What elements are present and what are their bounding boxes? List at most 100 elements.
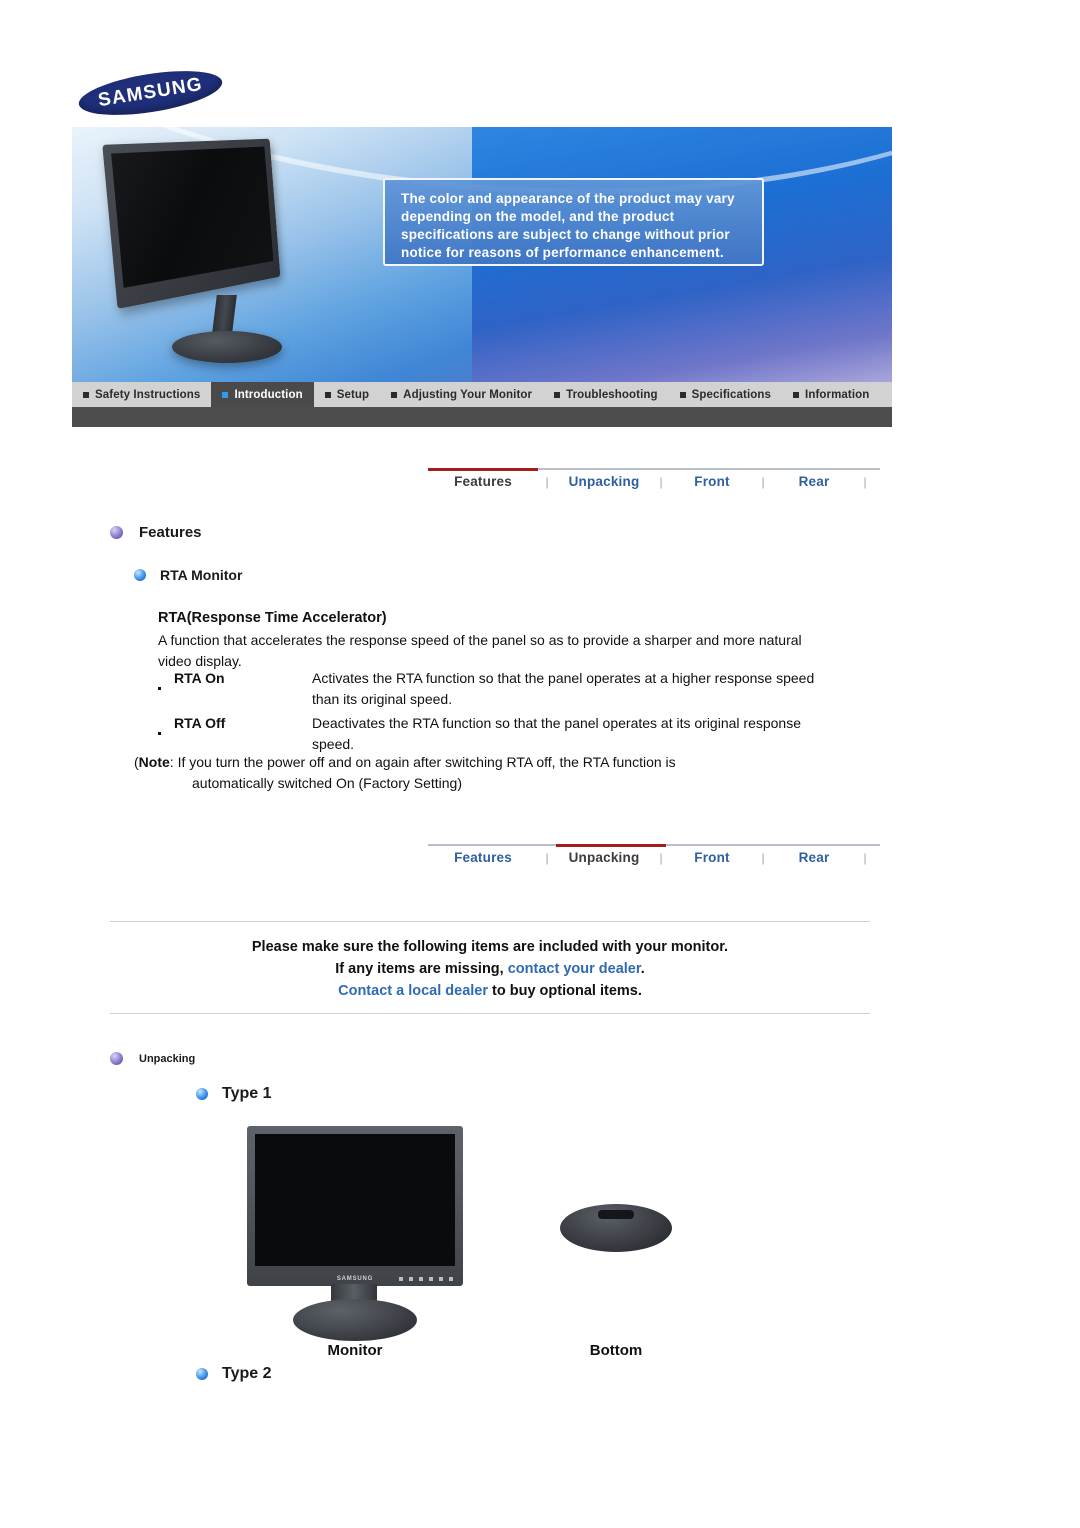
nav-label: Setup: [336, 388, 370, 401]
unpacking-heading-label: Unpacking: [139, 1052, 196, 1065]
nav-item-information[interactable]: Information: [782, 382, 880, 407]
subtab-unpacking[interactable]: Unpacking: [556, 474, 652, 489]
note-body-second-line: automatically switched On (Factory Setti…: [192, 774, 462, 791]
rta-monitor-heading: RTA Monitor: [134, 567, 242, 583]
square-bullet-icon: [679, 391, 686, 398]
subtab-row: Features | Unpacking | Front | Rear |: [428, 850, 880, 865]
nav-label: Introduction: [234, 388, 303, 401]
dot-bullet-icon: [158, 668, 174, 709]
include-line-2-post: .: [640, 961, 645, 977]
include-line-2-pre: If any items are missing,: [335, 961, 508, 977]
subtab-features[interactable]: Features: [428, 850, 538, 865]
bottom-product-image: [560, 1204, 672, 1256]
product-notice-callout: The color and appearance of the product …: [383, 178, 764, 266]
divider-bottom: [110, 1013, 870, 1014]
note-body: : If you turn the power off and on again…: [169, 754, 676, 770]
hero-monitor-screen: [111, 146, 274, 288]
square-bullet-icon: [324, 391, 331, 398]
rta-off-description: Deactivates the RTA function so that the…: [312, 715, 801, 752]
type-2-heading: Type 2: [196, 1365, 272, 1383]
subtab-features[interactable]: Features: [428, 474, 538, 489]
include-line-1: Please make sure the following items are…: [251, 939, 729, 955]
monitor-screen: [255, 1134, 455, 1266]
caption-bottom: Bottom: [589, 1342, 643, 1359]
contact-your-dealer-link[interactable]: contact your dealer: [508, 961, 641, 977]
list-item: RTA On Activates the RTA function so tha…: [158, 668, 838, 709]
rta-off-term: RTA Off: [174, 715, 226, 731]
nav-label: Safety Instructions: [95, 388, 201, 401]
square-bullet-icon: [83, 391, 89, 398]
subtab-row: Features | Unpacking | Front | Rear |: [428, 474, 880, 489]
include-line-3: Contact a local dealer to buy optional i…: [110, 980, 870, 1002]
include-line-3-post: to buy optional items.: [488, 983, 642, 999]
included-items-notice: Please make sure the following items are…: [110, 936, 870, 1002]
monitor-brand-label: SAMSUNG: [336, 1276, 374, 1282]
nav-label: Troubleshooting: [566, 388, 658, 401]
nav-label: Specifications: [691, 388, 772, 401]
subtab-active-underline: [556, 844, 666, 847]
type-1-heading: Type 1: [196, 1085, 272, 1103]
features-heading: Features: [110, 524, 202, 541]
monitor-control-buttons-icon: [399, 1277, 453, 1281]
dot-bullet-icon: [158, 713, 174, 754]
contact-local-dealer-link[interactable]: Contact a local dealer: [338, 983, 488, 999]
monitor-product-image: SAMSUNG: [247, 1126, 463, 1341]
include-line-2: If any items are missing, contact your d…: [110, 958, 870, 980]
blue-sphere-bullet-icon: [196, 1368, 208, 1380]
nav-item-safety-instructions[interactable]: Safety Instructions: [72, 382, 211, 407]
monitor-bezel: SAMSUNG: [247, 1126, 463, 1286]
type-1-label: Type 1: [222, 1085, 272, 1102]
rta-monitor-label: RTA Monitor: [160, 567, 243, 583]
nav-label: Information: [805, 388, 870, 401]
nav-item-specifications[interactable]: Specifications: [669, 382, 782, 407]
subtab-unpacking[interactable]: Unpacking: [556, 850, 652, 865]
hero-monitor-illustration: [102, 138, 360, 363]
rta-note: (Note: If you turn the power off and on …: [134, 752, 834, 793]
note-label: Note: [138, 754, 170, 770]
subtab-bar-unpacking[interactable]: Features | Unpacking | Front | Rear |: [428, 844, 880, 878]
rta-title: RTA(Response Time Accelerator): [158, 610, 387, 626]
type-2-label: Type 2: [222, 1365, 272, 1382]
subtab-rear[interactable]: Rear: [772, 474, 856, 489]
purple-sphere-bullet-icon: [110, 526, 123, 539]
list-item: RTA Off Deactivates the RTA function so …: [158, 713, 838, 754]
purple-sphere-bullet-icon: [110, 1052, 123, 1065]
subtab-front[interactable]: Front: [670, 850, 754, 865]
rta-mode-list: RTA On Activates the RTA function so tha…: [158, 668, 838, 758]
subtab-bar-features[interactable]: Features | Unpacking | Front | Rear |: [428, 468, 880, 502]
divider-top: [110, 921, 870, 922]
square-bullet-icon: [222, 391, 229, 398]
monitor-stand-base: [293, 1299, 417, 1341]
nav-item-setup[interactable]: Setup: [314, 382, 380, 407]
samsung-logo: SAMSUNG: [75, 62, 226, 124]
hero-monitor-body: [102, 138, 281, 309]
rta-on-term: RTA On: [174, 670, 225, 686]
subtab-separator: |: [545, 850, 549, 865]
caption-monitor: Monitor: [327, 1342, 383, 1359]
square-bullet-icon: [391, 391, 398, 398]
features-heading-label: Features: [139, 524, 202, 541]
blue-sphere-bullet-icon: [196, 1088, 208, 1100]
product-notice-text: The color and appearance of the product …: [401, 191, 735, 260]
subtab-separator: |: [761, 474, 765, 489]
nav-under-bar: [72, 407, 892, 427]
rta-on-description: Activates the RTA function so that the p…: [312, 670, 815, 707]
stand-base-disc: [560, 1204, 672, 1252]
stand-base-slot: [598, 1210, 634, 1219]
subtab-separator: |: [863, 474, 867, 489]
subtab-rear[interactable]: Rear: [772, 850, 856, 865]
rta-description: A function that accelerates the response…: [158, 632, 802, 669]
subtab-separator: |: [659, 850, 663, 865]
nav-item-troubleshooting[interactable]: Troubleshooting: [543, 382, 669, 407]
subtab-active-underline: [428, 468, 538, 471]
nav-item-introduction[interactable]: Introduction: [211, 382, 314, 407]
main-navigation[interactable]: Safety Instructions Introduction Setup A…: [72, 382, 892, 407]
nav-item-adjusting-your-monitor[interactable]: Adjusting Your Monitor: [380, 382, 543, 407]
nav-label: Adjusting Your Monitor: [403, 388, 533, 401]
hero-monitor-base: [172, 331, 282, 363]
subtab-separator: |: [761, 850, 765, 865]
blue-sphere-bullet-icon: [134, 569, 146, 581]
logo-text: SAMSUNG: [96, 73, 205, 112]
subtab-front[interactable]: Front: [670, 474, 754, 489]
hero-banner: The color and appearance of the product …: [72, 127, 892, 382]
